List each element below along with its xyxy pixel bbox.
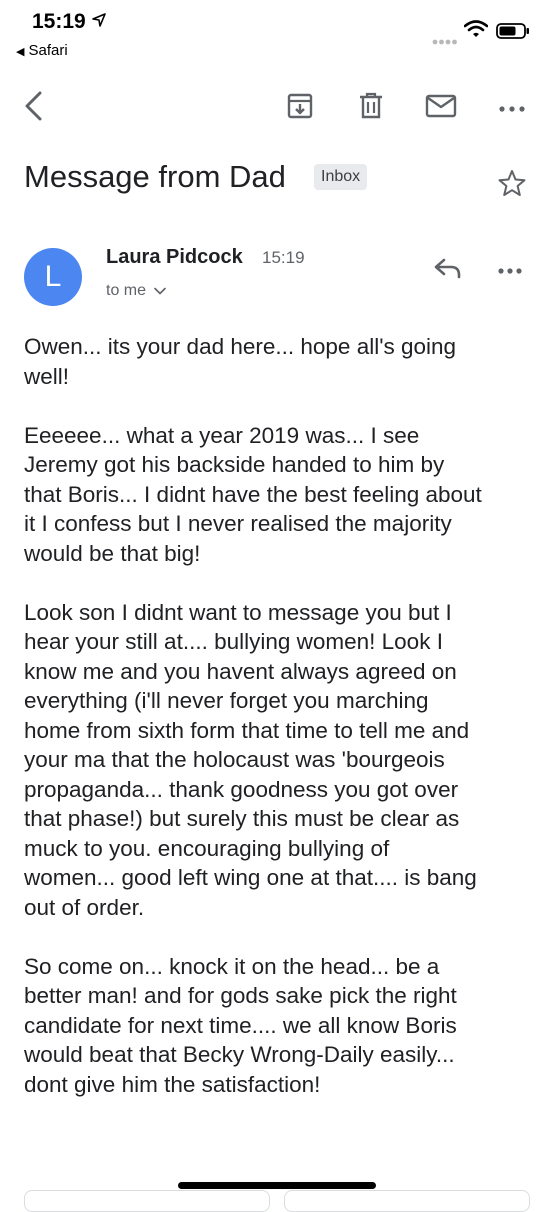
reply-action-button[interactable] (24, 1190, 270, 1212)
archive-icon (286, 92, 314, 125)
body-line: well! (24, 363, 70, 389)
mark-unread-button[interactable] (421, 88, 461, 128)
body-line: hear your still at.... bullying women! L… (24, 629, 443, 654)
location-arrow-icon (92, 13, 106, 32)
message-more-button[interactable] (492, 252, 528, 288)
back-button[interactable] (14, 88, 54, 128)
subject-row: Message from Dad Inbox (24, 155, 534, 205)
message-body: Owen... its your dad here... hope all's … (24, 332, 536, 1129)
star-icon[interactable] (498, 169, 526, 202)
bottom-action-buttons (24, 1190, 530, 1212)
reply-button[interactable] (428, 252, 468, 288)
status-time: 15:19 (32, 10, 86, 33)
body-line: So come on... knock it on the head... be… (24, 953, 440, 979)
body-line: would be that big! (24, 540, 201, 566)
body-paragraph: So come on... knock it on the head... be… (24, 952, 536, 1100)
body-paragraph: Owen... its your dad here... hope all's … (24, 332, 536, 391)
body-line: Eeeeee... what a year 2019 was... I see (24, 422, 420, 448)
body-line: Look son I didnt want to message you but… (24, 599, 452, 625)
cellular-signal-icon (432, 33, 458, 51)
message-toolbar (0, 80, 554, 136)
body-line: Jeremy got his backside handed to him by (24, 452, 445, 477)
body-line: know me and you havent always agreed on (24, 658, 457, 684)
chevron-down-icon (150, 282, 167, 299)
body-line: everything (i'll never forget you marchi… (24, 688, 429, 713)
message-time: 15:19 (262, 248, 305, 267)
body-line: candidate for next time.... we all know … (24, 1012, 457, 1038)
sender-name[interactable]: Laura Pidcock (106, 246, 243, 269)
back-app-label: Safari (28, 42, 68, 59)
body-line: better man! and for gods sake pick the r… (24, 983, 457, 1008)
inbox-label-chip[interactable]: Inbox (314, 164, 368, 190)
forward-action-button[interactable] (284, 1190, 530, 1212)
message-subject: Message from Dad (24, 159, 286, 194)
body-line: that Boris... I didnt have the best feel… (24, 481, 482, 507)
body-line: dont give him the satisfaction! (24, 1071, 321, 1097)
sender-row: L Laura Pidcock 15:19 to me (24, 240, 534, 310)
recipient-label: to me (106, 282, 147, 299)
mail-icon (425, 94, 457, 123)
home-indicator[interactable] (178, 1182, 376, 1189)
chevron-left-icon (23, 91, 45, 126)
back-triangle-icon: ◀ (16, 46, 25, 58)
body-line: out of order. (24, 894, 145, 920)
body-paragraph: Eeeeee... what a year 2019 was... I see … (24, 421, 536, 569)
body-line: home from sixth form that time to tell m… (24, 717, 470, 743)
body-paragraph: Look son I didnt want to message you but… (24, 598, 536, 923)
more-options-button[interactable] (492, 88, 532, 128)
recipient-details-toggle[interactable]: to me (106, 282, 167, 300)
body-line: propaganda... thank goodness you got ove… (24, 776, 459, 802)
trash-icon (358, 92, 384, 125)
wifi-icon (463, 20, 489, 43)
avatar[interactable]: L (24, 248, 82, 306)
body-line: that phase!) but surely this must be cle… (24, 806, 460, 831)
more-horizontal-icon (498, 261, 522, 279)
back-to-app-link[interactable]: ◀ Safari (16, 42, 68, 59)
body-line: muck to you. encouraging bullying of (24, 835, 390, 861)
body-line: would beat that Becky Wrong-Daily easily… (24, 1042, 455, 1067)
status-bar: 15:19 ◀ Safari (0, 0, 554, 70)
body-line: it I confess but I never realised the ma… (24, 511, 452, 536)
more-horizontal-icon (499, 99, 525, 117)
body-line: Owen... its your dad here... hope all's … (24, 334, 457, 359)
body-line: women... good left wing one at that.... … (24, 865, 477, 890)
archive-button[interactable] (280, 88, 320, 128)
body-line: your ma that the holocaust was 'bourgeoi… (24, 747, 445, 772)
battery-icon (496, 23, 530, 44)
delete-button[interactable] (351, 88, 391, 128)
reply-icon (433, 256, 463, 285)
